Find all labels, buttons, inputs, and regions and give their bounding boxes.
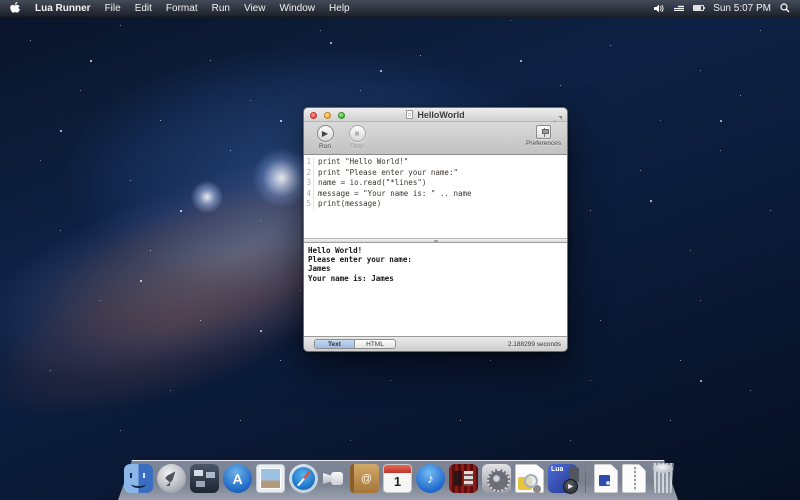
code-line: 5 print(message) (304, 199, 567, 210)
file-search-icon[interactable] (515, 464, 544, 493)
facetime-icon[interactable] (322, 464, 346, 493)
output-pane[interactable]: Hello World! Please enter your name: Jam… (304, 243, 567, 336)
mail-icon[interactable] (256, 464, 285, 493)
volume-icon[interactable] (654, 4, 665, 13)
line-number: 4 (304, 189, 314, 200)
menubar-app-name[interactable]: Lua Runner (35, 3, 91, 14)
menu-window[interactable]: Window (279, 3, 315, 14)
lua-runner-window: HelloWorld ▶ Run ■ Stop Preferences 1 pr… (303, 107, 568, 352)
battery-icon[interactable] (693, 5, 704, 11)
code-line: 1 print "Hello World!" (304, 157, 567, 168)
output-mode-segmented-control: Text HTML (314, 339, 396, 349)
output-line: James (308, 264, 567, 273)
zoom-button[interactable] (338, 112, 345, 119)
pane-splitter[interactable] (304, 238, 567, 243)
menu-view[interactable]: View (244, 3, 266, 14)
output-line: Hello World! (308, 246, 567, 255)
line-number: 5 (304, 199, 314, 210)
code-editor[interactable]: 1 print "Hello World!" 2 print "Please e… (304, 155, 567, 238)
menu-help[interactable]: Help (329, 3, 350, 14)
zip-document-icon[interactable] (622, 464, 646, 493)
tab-text[interactable]: Text (315, 340, 355, 348)
menu-run[interactable]: Run (212, 3, 230, 14)
dock: A @ 1 ♪ Lua (0, 453, 800, 500)
minimize-button[interactable] (324, 112, 331, 119)
photo-booth-icon[interactable] (449, 464, 478, 493)
window-titlebar[interactable]: HelloWorld (304, 108, 567, 122)
preferences-button[interactable]: Preferences (526, 125, 561, 147)
line-number: 1 (304, 157, 314, 168)
close-button[interactable] (310, 112, 317, 119)
code-text: message = "Your name is: " .. name (314, 189, 472, 200)
line-number: 2 (304, 168, 314, 179)
code-line: 2 print "Please enter your name:" (304, 168, 567, 179)
finder-icon[interactable] (124, 464, 153, 493)
spotlight-icon[interactable] (780, 3, 790, 13)
stop-icon: ■ (349, 125, 366, 142)
run-button[interactable]: ▶ Run (312, 125, 338, 150)
menu-format[interactable]: Format (166, 3, 198, 14)
code-text: print "Please enter your name:" (314, 168, 458, 179)
calendar-icon[interactable]: 1 (383, 464, 412, 493)
secondary-star (190, 180, 224, 214)
trash-icon[interactable] (650, 463, 676, 493)
us-flag-icon[interactable] (674, 5, 684, 11)
preferences-button-label: Preferences (526, 140, 561, 147)
play-icon: ▶ (317, 125, 334, 142)
app-store-icon[interactable]: A (223, 464, 252, 493)
apple-menu-icon[interactable] (10, 2, 21, 15)
menubar-clock[interactable]: Sun 5:07 PM (713, 3, 771, 14)
code-text: print(message) (314, 199, 381, 210)
code-text: print "Hello World!" (314, 157, 408, 168)
menu-file[interactable]: File (105, 3, 121, 14)
window-title: HelloWorld (417, 110, 464, 120)
address-book-icon[interactable]: @ (350, 464, 379, 493)
tab-html[interactable]: HTML (355, 340, 395, 348)
safari-icon[interactable] (289, 464, 318, 493)
document-proxy-icon[interactable] (406, 110, 413, 119)
run-button-label: Run (319, 143, 331, 150)
preferences-icon (536, 125, 551, 139)
window-toolbar: ▶ Run ■ Stop Preferences (304, 122, 567, 155)
menu-bar: Lua Runner File Edit Format Run View Win… (0, 0, 800, 17)
system-preferences-icon[interactable] (482, 464, 511, 493)
output-line: Please enter your name: (308, 255, 567, 264)
lua-document-icon[interactable] (594, 464, 618, 493)
menu-edit[interactable]: Edit (135, 3, 152, 14)
output-line: Your name is: James (308, 274, 567, 283)
mission-control-icon[interactable] (190, 464, 219, 493)
lua-runner-dock-icon[interactable]: Lua (548, 464, 577, 493)
launchpad-icon[interactable] (157, 464, 186, 493)
stop-button[interactable]: ■ Stop (344, 125, 370, 150)
dock-divider (585, 459, 586, 493)
stop-button-label: Stop (350, 143, 363, 150)
fullscreen-icon[interactable] (554, 111, 562, 119)
line-number: 3 (304, 178, 314, 189)
code-line: 3 name = io.read("*lines") (304, 178, 567, 189)
execution-timer: 2.188299 seconds (508, 341, 561, 348)
code-line: 4 message = "Your name is: " .. name (304, 189, 567, 200)
code-text: name = io.read("*lines") (314, 178, 426, 189)
window-footer: Text HTML 2.188299 seconds (304, 336, 567, 351)
itunes-icon[interactable]: ♪ (416, 464, 445, 493)
